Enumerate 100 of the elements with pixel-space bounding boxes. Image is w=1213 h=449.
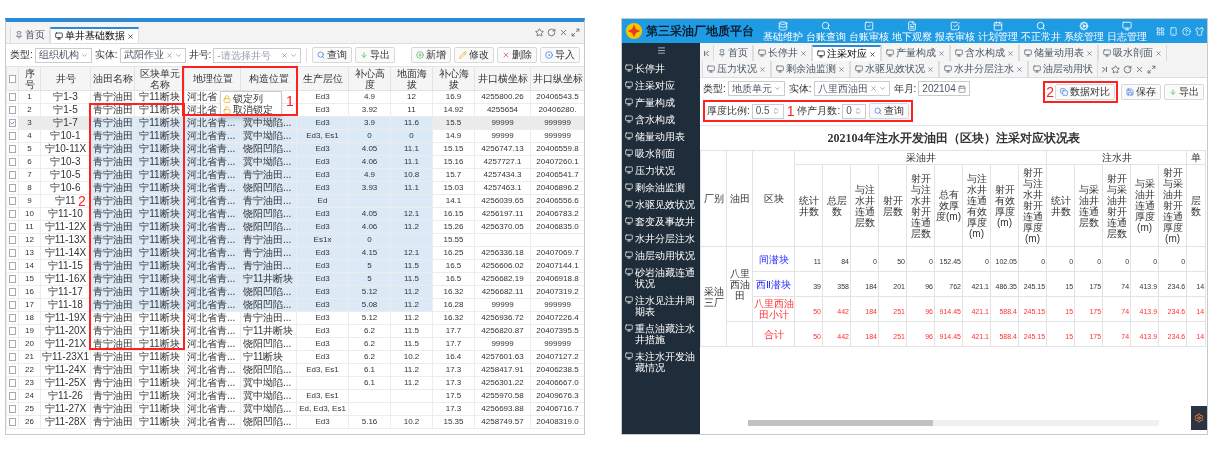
calendar-icon[interactable] (957, 84, 966, 93)
row-checkbox[interactable] (9, 366, 16, 374)
row-checkbox[interactable] (9, 132, 16, 140)
settings-button[interactable] (1191, 406, 1207, 430)
refresh-icon[interactable] (547, 28, 556, 37)
row-checkbox[interactable] (9, 158, 16, 166)
sidebar-item[interactable]: 含水构成 (622, 111, 700, 128)
star-icon[interactable] (1111, 64, 1120, 74)
sidebar-item[interactable]: 注采对应 (622, 77, 700, 94)
tab[interactable]: 长停井 (753, 45, 812, 61)
select-all-checkbox[interactable] (9, 74, 16, 83)
toolbar-button[interactable]: 修改 (454, 47, 494, 63)
phone-icon[interactable] (1169, 26, 1178, 36)
sidebar-item[interactable]: 产量构成 (622, 94, 700, 111)
toolbar-button[interactable]: 删除 (497, 47, 537, 63)
number-field[interactable]: 0.5 (751, 103, 784, 119)
tab[interactable]: 首页 (10, 27, 50, 43)
tab[interactable]: 水驱见效状况 (850, 61, 939, 77)
column-header[interactable]: 生产层位 (296, 66, 349, 91)
maximize-icon[interactable] (571, 28, 580, 37)
star-icon[interactable] (535, 28, 544, 37)
row-checkbox[interactable] (9, 184, 16, 192)
menu-item[interactable]: 锁定列 (221, 93, 281, 104)
row-checkbox[interactable] (9, 249, 16, 257)
sidebar-item[interactable]: 剩余油监测 (622, 179, 700, 196)
clear-icon[interactable] (281, 51, 289, 59)
spinner-icon[interactable] (853, 107, 862, 115)
sidebar-item[interactable]: 重点油藏注水井措施 (622, 320, 700, 348)
close-icon[interactable] (1135, 64, 1144, 74)
shirt-icon[interactable] (1195, 26, 1204, 36)
row-checkbox[interactable] (9, 353, 16, 361)
sidebar-item[interactable]: 水驱见效状况 (622, 196, 700, 213)
close-icon[interactable] (800, 49, 807, 57)
tab[interactable]: 首页 (713, 45, 753, 61)
row-checkbox[interactable] (9, 405, 16, 413)
sidebar-item[interactable]: 未注水开发油藏情况 (622, 348, 700, 376)
close-icon[interactable] (938, 49, 945, 57)
sidebar-item[interactable]: 压力状况 (622, 162, 700, 179)
tab[interactable]: 产量构成 (881, 45, 950, 61)
sidebar-item[interactable]: 吸水剖面 (622, 145, 700, 162)
refresh-icon[interactable] (1123, 64, 1132, 74)
tab[interactable]: 剩余油监测 (771, 61, 850, 77)
toolbar-button[interactable]: 导入 (540, 47, 580, 63)
sidebar-item[interactable]: 砂岩油藏连通状况 (622, 264, 700, 292)
close-icon[interactable] (1016, 65, 1023, 73)
tab[interactable]: 含水构成 (950, 45, 1019, 61)
close-icon[interactable] (127, 32, 134, 40)
row-checkbox[interactable] (9, 262, 16, 270)
select-field[interactable]: 武阳作业 (119, 47, 186, 63)
close-icon[interactable] (759, 65, 766, 73)
clear-icon[interactable] (165, 51, 173, 59)
number-field[interactable]: 0 (842, 103, 866, 119)
tab[interactable]: 单井基础数据 (50, 27, 139, 43)
column-header[interactable]: 序号 (18, 66, 41, 91)
sidebar-item[interactable]: 注水见注井周期表 (622, 292, 700, 320)
row-checkbox[interactable] (9, 145, 16, 153)
toolbar-button[interactable]: 导出 (1164, 84, 1204, 100)
row-checkbox[interactable] (9, 119, 16, 127)
menu-icon[interactable] (656, 46, 666, 55)
row-checkbox[interactable] (9, 275, 16, 283)
toolbar-button[interactable]: 数据对比 (1055, 84, 1115, 100)
row-checkbox[interactable] (9, 197, 16, 205)
sidebar-item[interactable]: 套变及事故井 (622, 213, 700, 230)
toolbar-button[interactable]: 新增 (411, 47, 451, 63)
tab[interactable]: 注采对应 (812, 45, 881, 61)
column-header[interactable]: 区块单元名称 (134, 66, 185, 91)
date-field[interactable]: 202104 (918, 81, 970, 96)
sidebar-item[interactable]: 油层动用状况 (622, 247, 700, 264)
row-checkbox[interactable] (9, 93, 16, 101)
grid-icon[interactable] (1156, 26, 1165, 36)
column-header[interactable]: 油田名称 (90, 66, 135, 91)
row-checkbox[interactable] (9, 418, 16, 426)
close-icon[interactable] (559, 28, 568, 37)
spinner-icon[interactable] (771, 107, 780, 115)
select-field[interactable]: 组织机构 (34, 47, 92, 63)
menu-item[interactable]: 取消锁定 (221, 104, 281, 115)
close-icon[interactable] (869, 50, 876, 58)
clear-icon[interactable] (869, 85, 877, 92)
sidebar-item[interactable]: 水井分层注水 (622, 230, 700, 247)
scroll-right-icon[interactable] (1100, 64, 1109, 74)
column-header[interactable]: 井号 (40, 66, 91, 91)
select-field[interactable]: -请选择井号 (213, 47, 302, 63)
column-header[interactable]: 地面海拔 (390, 66, 433, 91)
row-checkbox[interactable] (9, 223, 16, 231)
row-checkbox[interactable] (9, 171, 16, 179)
close-icon[interactable] (1086, 49, 1093, 57)
tab[interactable]: 储量动用表 (1019, 45, 1098, 61)
column-header[interactable]: 补心高度 (348, 66, 391, 91)
column-header[interactable]: 井口纵坐标 (530, 66, 584, 91)
maximize-icon[interactable] (1147, 64, 1156, 74)
close-icon[interactable] (927, 65, 934, 73)
horizontal-scrollbar[interactable] (748, 420, 1159, 426)
sidebar-item[interactable]: 长停井 (622, 60, 700, 77)
close-icon[interactable] (1155, 49, 1162, 57)
toolbar-button[interactable]: 查询 (868, 103, 909, 119)
toolbar-button[interactable]: 查询 (312, 47, 353, 63)
close-icon[interactable] (1007, 49, 1014, 57)
scroll-left-icon[interactable] (702, 48, 711, 58)
row-checkbox[interactable] (9, 392, 16, 400)
toolbar-button[interactable]: 导出 (355, 47, 396, 63)
